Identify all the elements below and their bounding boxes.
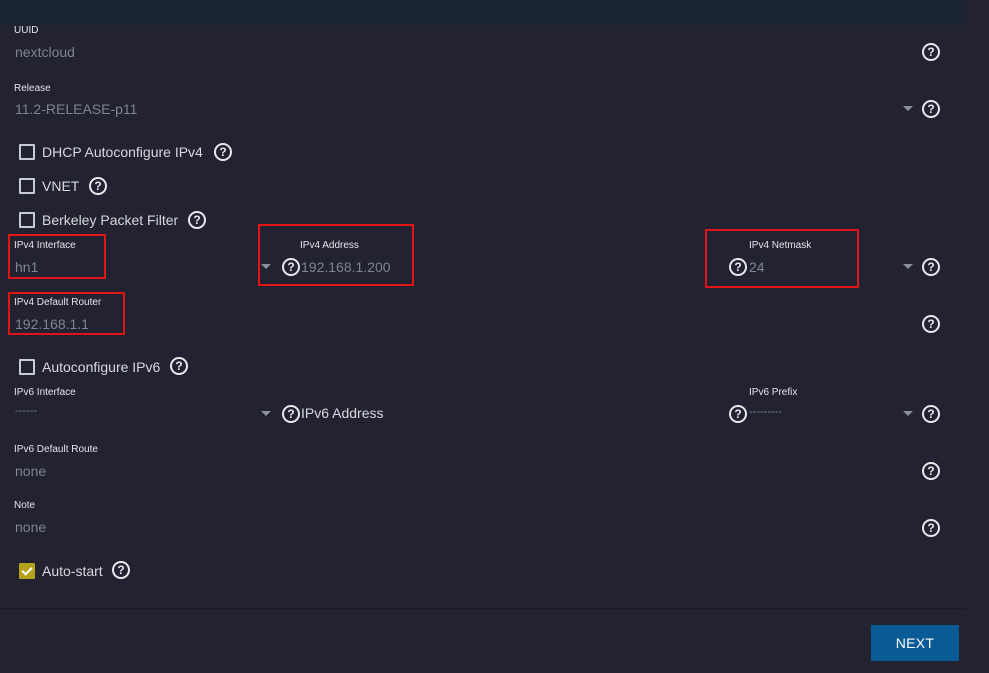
- ipv4-interface-select[interactable]: hn1: [15, 259, 38, 275]
- chevron-down-icon[interactable]: [903, 411, 913, 416]
- ipv4-netmask-select[interactable]: 24: [749, 259, 765, 275]
- ipv6-default-route-label: IPv6 Default Route: [14, 444, 98, 455]
- chevron-down-icon[interactable]: [261, 411, 271, 416]
- help-icon[interactable]: ?: [282, 405, 300, 423]
- ipv6-prefix-select[interactable]: ---------: [749, 406, 782, 418]
- highlight-box: [705, 229, 859, 288]
- help-icon[interactable]: ?: [170, 357, 188, 375]
- help-icon[interactable]: ?: [112, 561, 130, 579]
- autostart-checkbox[interactable]: [19, 563, 35, 579]
- note-input[interactable]: none: [15, 519, 46, 535]
- release-label: Release: [14, 83, 51, 94]
- note-label: Note: [14, 500, 36, 511]
- vnet-checkbox[interactable]: [19, 178, 35, 194]
- footer-divider: [0, 608, 967, 609]
- right-gutter: [967, 0, 989, 673]
- dhcp-checkbox-label: DHCP Autoconfigure IPv4: [42, 144, 203, 160]
- dhcp-checkbox[interactable]: [19, 144, 35, 160]
- highlight-box: [258, 224, 414, 286]
- bpf-checkbox[interactable]: [19, 212, 35, 228]
- ipv4-interface-label: IPv4 Interface: [14, 240, 76, 251]
- ipv4-netmask-label: IPv4 Netmask: [749, 240, 812, 251]
- help-icon[interactable]: ?: [188, 211, 206, 229]
- chevron-down-icon[interactable]: [903, 264, 913, 269]
- ipv6-interface-label: IPv6 Interface: [14, 387, 76, 398]
- help-icon[interactable]: ?: [729, 258, 747, 276]
- help-icon[interactable]: ?: [922, 258, 940, 276]
- ipv6-address-field[interactable]: IPv6 Address: [301, 405, 384, 421]
- help-icon[interactable]: ?: [89, 177, 107, 195]
- help-icon[interactable]: ?: [922, 405, 940, 423]
- ipv4-address-input[interactable]: 192.168.1.200: [301, 259, 391, 275]
- uuid-label: UUID: [14, 25, 39, 36]
- ipv6-default-route-input[interactable]: none: [15, 463, 46, 479]
- bpf-checkbox-label: Berkeley Packet Filter: [42, 212, 179, 228]
- help-icon[interactable]: ?: [282, 258, 300, 276]
- ipv6-prefix-label: IPv6 Prefix: [749, 387, 798, 398]
- ipv6-interface-select[interactable]: ------: [15, 405, 37, 417]
- dialog-header-bar: [0, 0, 967, 25]
- ipv4-address-label: IPv4 Address: [300, 240, 359, 251]
- help-icon[interactable]: ?: [922, 315, 940, 333]
- help-icon[interactable]: ?: [922, 519, 940, 537]
- ipv4-default-router-label: IPv4 Default Router: [14, 297, 102, 308]
- autoconf-ipv6-checkbox[interactable]: [19, 359, 35, 375]
- next-button[interactable]: NEXT: [871, 625, 959, 661]
- vnet-checkbox-label: VNET: [42, 178, 80, 194]
- help-icon[interactable]: ?: [922, 43, 940, 61]
- autoconf-ipv6-checkbox-label: Autoconfigure IPv6: [42, 359, 161, 375]
- help-icon[interactable]: ?: [729, 405, 747, 423]
- autostart-checkbox-label: Auto-start: [42, 563, 103, 579]
- help-icon[interactable]: ?: [922, 462, 940, 480]
- uuid-input[interactable]: nextcloud: [15, 44, 75, 60]
- chevron-down-icon[interactable]: [903, 106, 913, 111]
- help-icon[interactable]: ?: [214, 143, 232, 161]
- release-select[interactable]: 11.2-RELEASE-p11: [15, 101, 137, 117]
- help-icon[interactable]: ?: [922, 100, 940, 118]
- ipv4-default-router-input[interactable]: 192.168.1.1: [15, 316, 89, 332]
